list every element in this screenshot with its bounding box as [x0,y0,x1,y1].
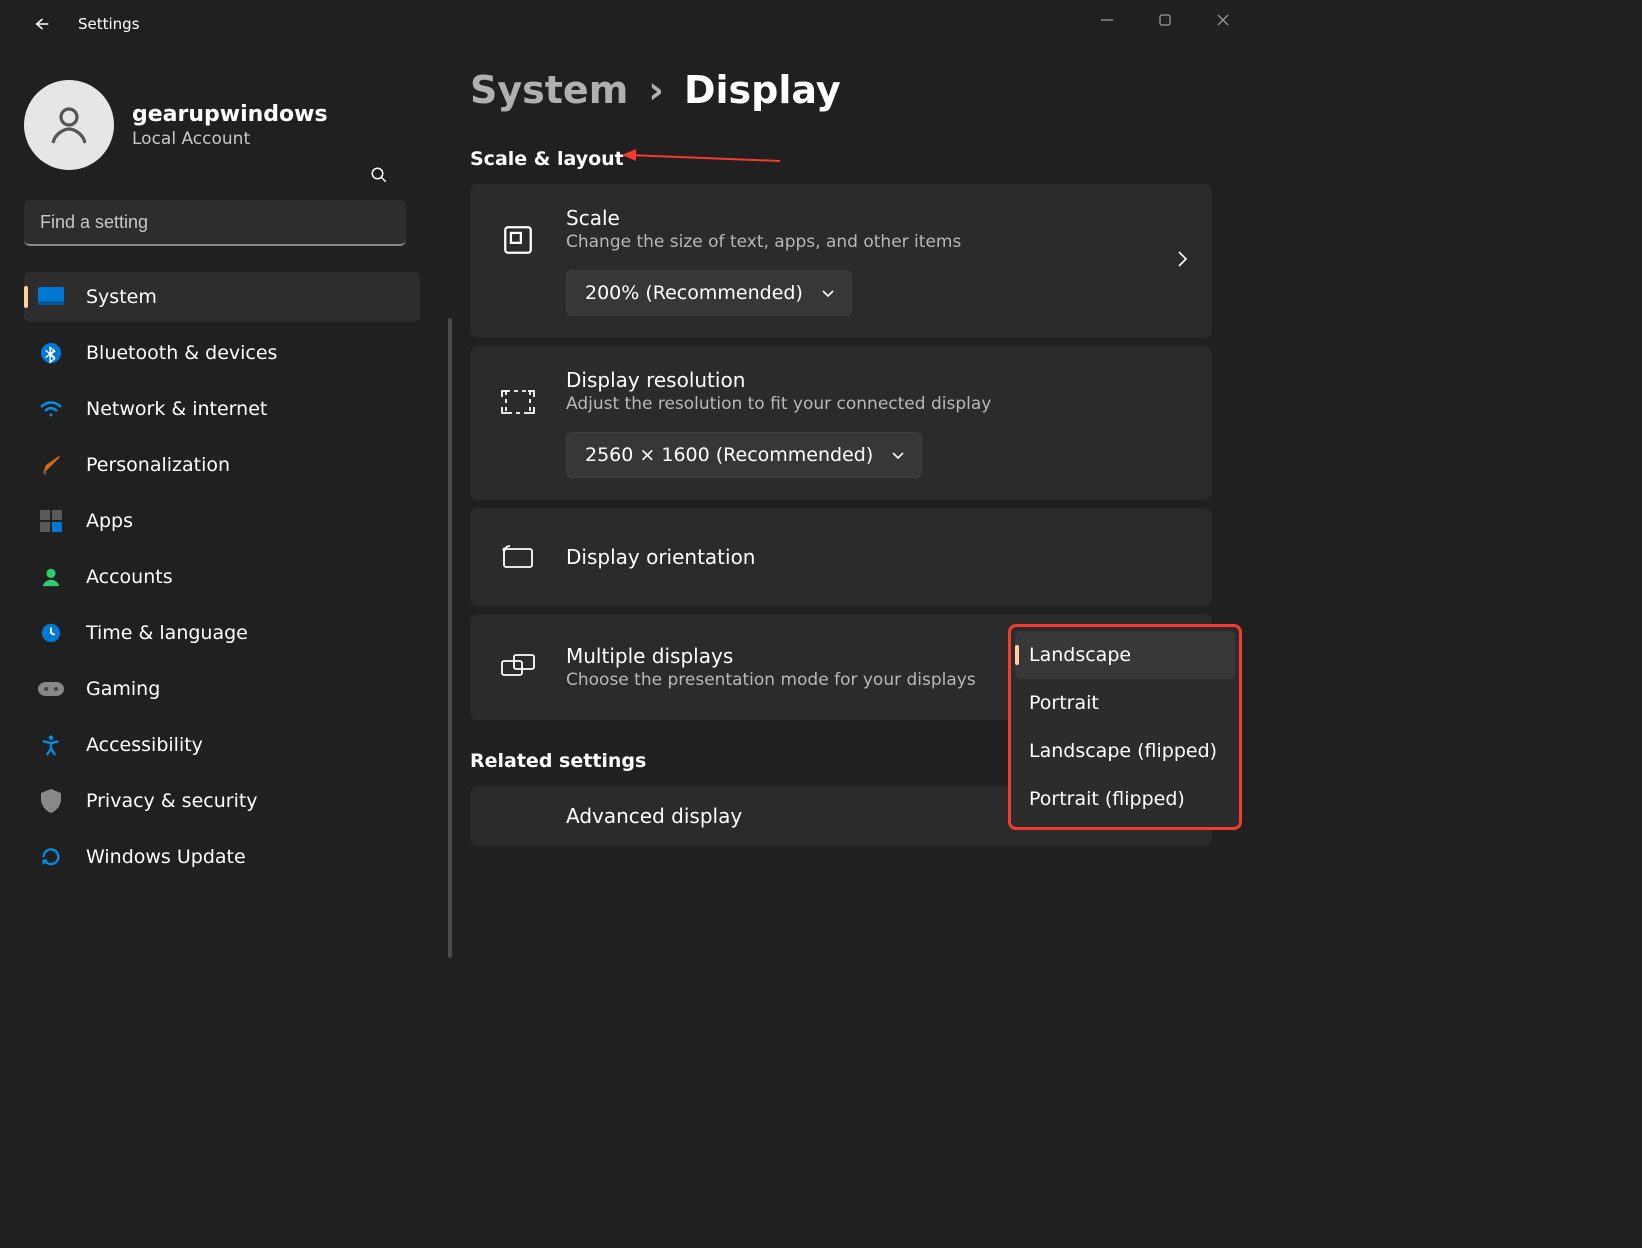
avatar [24,80,114,170]
scale-select[interactable]: 200% (Recommended) [566,270,852,316]
breadcrumb-parent[interactable]: System [470,68,628,112]
update-icon [38,844,64,870]
gaming-icon [38,676,64,702]
sidebar-item-label: Bluetooth & devices [86,342,277,364]
sidebar-item-gaming[interactable]: Gaming [24,664,420,714]
wifi-icon [38,396,64,422]
close-button[interactable] [1194,0,1252,40]
card-title: Multiple displays [566,644,976,668]
card-title: Scale [566,206,1184,230]
chevron-down-icon [891,444,905,466]
orientation-option-portrait-flipped[interactable]: Portrait (flipped) [1015,775,1235,823]
card-body: Multiple displays Choose the presentatio… [566,644,976,690]
window-controls [1078,0,1252,40]
sidebar-item-personalization[interactable]: Personalization [24,440,420,490]
card-resolution[interactable]: Display resolution Adjust the resolution… [470,346,1212,500]
sidebar: gearupwindows Local Account System [0,48,430,938]
sidebar-item-label: Windows Update [86,846,246,868]
card-title: Display resolution [566,368,1184,392]
back-button[interactable] [20,4,60,44]
advanced-display-icon [498,796,538,836]
sidebar-item-label: Accessibility [86,734,203,756]
orientation-icon [498,537,538,577]
breadcrumb-sep: › [648,68,664,112]
card-title: Advanced display [566,804,742,828]
card-scale[interactable]: Scale Change the size of text, apps, and… [470,184,1212,338]
sidebar-item-system[interactable]: System [24,272,420,322]
brush-icon [38,452,64,478]
clock-icon [38,620,64,646]
sidebar-item-label: Accounts [86,566,173,588]
resolution-icon [498,382,538,422]
scale-icon [498,220,538,260]
bluetooth-icon [38,340,64,366]
breadcrumb: System › Display [470,68,1212,112]
resolution-select[interactable]: 2560 × 1600 (Recommended) [566,432,922,478]
account-name: gearupwindows [132,102,328,127]
sidebar-item-accessibility[interactable]: Accessibility [24,720,420,770]
breadcrumb-current: Display [684,68,841,112]
window-title: Settings [78,15,140,33]
orientation-option-landscape-flipped[interactable]: Landscape (flipped) [1015,727,1235,775]
card-sub: Adjust the resolution to fit your connec… [566,394,1184,414]
nav: System Bluetooth & devices Network & int… [0,272,430,882]
section-scale-layout-title: Scale & layout [470,148,1212,170]
apps-icon [38,508,64,534]
card-sub: Change the size of text, apps, and other… [566,232,1184,252]
sidebar-item-label: Apps [86,510,133,532]
account-block[interactable]: gearupwindows Local Account [0,68,430,182]
main-content: System › Display Scale & layout Scale Ch… [430,48,1252,938]
sidebar-item-update[interactable]: Windows Update [24,832,420,882]
sidebar-item-label: Gaming [86,678,160,700]
sidebar-item-label: Privacy & security [86,790,258,812]
account-text: gearupwindows Local Account [132,102,328,149]
resolution-value: 2560 × 1600 (Recommended) [585,444,873,466]
accessibility-icon [38,732,64,758]
sidebar-item-network[interactable]: Network & internet [24,384,420,434]
sidebar-item-privacy[interactable]: Privacy & security [24,776,420,826]
card-orientation[interactable]: Display orientation [470,508,1212,606]
accounts-icon [38,564,64,590]
orientation-option-portrait[interactable]: Portrait [1015,679,1235,727]
orientation-option-landscape[interactable]: Landscape [1015,631,1235,679]
sidebar-item-label: Network & internet [86,398,267,420]
maximize-button[interactable] [1136,0,1194,40]
settings-window: Settings gearupwindows Local Account [0,0,1252,938]
chevron-down-icon [821,282,835,304]
titlebar: Settings [0,0,1252,48]
body: gearupwindows Local Account System [0,48,1252,938]
system-icon [38,284,64,310]
sidebar-item-label: Personalization [86,454,230,476]
sidebar-item-label: System [86,286,157,308]
shield-icon [38,788,64,814]
card-body: Display resolution Adjust the resolution… [566,368,1184,478]
card-title: Display orientation [566,545,755,569]
search-input[interactable] [24,200,406,246]
search-wrap [0,182,430,256]
orientation-dropdown: Landscape Portrait Landscape (flipped) P… [1008,624,1242,830]
card-body: Scale Change the size of text, apps, and… [566,206,1184,316]
card-sub: Choose the presentation mode for your di… [566,670,976,690]
annotation-arrow [620,145,790,169]
sidebar-item-label: Time & language [86,622,248,644]
sidebar-item-apps[interactable]: Apps [24,496,420,546]
scale-value: 200% (Recommended) [585,282,803,304]
minimize-button[interactable] [1078,0,1136,40]
sidebar-item-time[interactable]: Time & language [24,608,420,658]
multiple-displays-icon [498,647,538,687]
chevron-right-icon [1176,250,1188,272]
account-type: Local Account [132,129,328,149]
sidebar-item-accounts[interactable]: Accounts [24,552,420,602]
sidebar-item-bluetooth[interactable]: Bluetooth & devices [24,328,420,378]
